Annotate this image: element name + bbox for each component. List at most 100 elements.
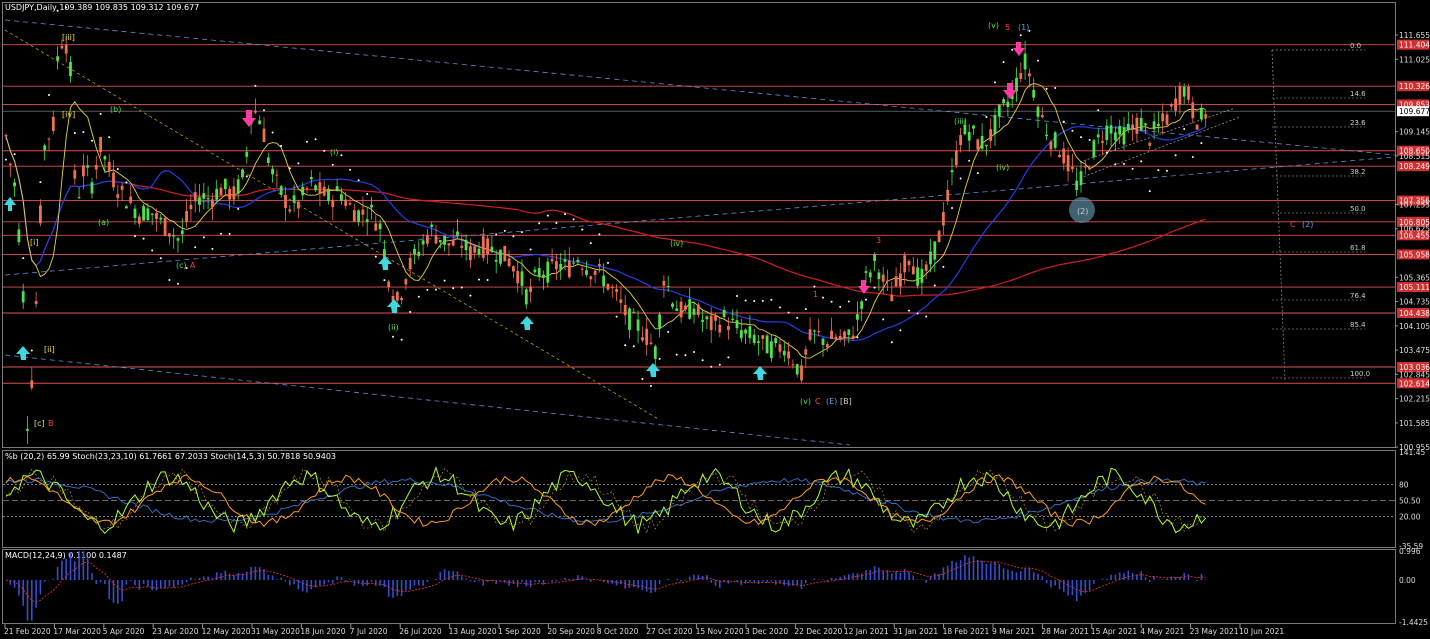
candle-body — [847, 329, 851, 335]
candle-body — [241, 169, 244, 178]
candle-body — [236, 179, 240, 194]
psar-dot — [22, 257, 25, 260]
candle-body — [318, 182, 322, 194]
candle-body — [180, 230, 184, 235]
price-tick-label: 104.735 — [1399, 298, 1430, 307]
psar-dot — [1200, 142, 1203, 145]
candle-body — [288, 209, 292, 212]
fib-level-label: 76.4 — [1350, 292, 1366, 300]
psar-dot — [572, 218, 575, 221]
candle-body — [1101, 141, 1104, 143]
psar-dot — [392, 335, 394, 338]
psar-dot — [202, 236, 205, 239]
wave-label: (iii) — [954, 117, 967, 126]
psar-dot — [822, 296, 824, 299]
psar-dot — [529, 248, 532, 251]
candle-body — [185, 211, 188, 222]
candle-body — [344, 199, 348, 206]
candle-body — [572, 262, 575, 264]
candle-body — [266, 157, 270, 163]
candle-body — [1131, 124, 1134, 129]
time-tick-label: 8 Oct 2020 — [597, 627, 639, 636]
candle-body — [636, 319, 640, 331]
wave-label: (E) — [826, 397, 837, 406]
psar-dot — [99, 113, 102, 116]
time-tick-label: 7 Jul 2020 — [350, 627, 388, 636]
psar-dot — [968, 159, 971, 162]
psar-dot — [374, 255, 377, 258]
candle-body — [292, 195, 296, 203]
candle-body — [1169, 104, 1173, 107]
candle-body — [787, 351, 790, 359]
psar-dot — [134, 235, 136, 238]
candle-body — [168, 233, 171, 237]
candle-body — [825, 344, 829, 348]
candle-body — [47, 138, 51, 140]
candle-body — [739, 330, 743, 339]
candle-body — [757, 341, 760, 343]
fib-level-label: 100.0 — [1350, 370, 1370, 378]
wave-label: (v) — [800, 397, 811, 406]
candle-body — [21, 291, 25, 303]
candle-body — [1032, 89, 1036, 98]
candle-body — [946, 189, 950, 202]
candle-body — [937, 230, 941, 243]
candle-body — [1178, 86, 1182, 105]
candle-body — [916, 267, 919, 286]
psar-dot — [770, 298, 773, 301]
candle-body — [69, 61, 72, 77]
psar-dot — [297, 162, 300, 165]
psar-dot — [271, 131, 274, 134]
price-tick-label: 107.255 — [1399, 200, 1430, 209]
psar-dot — [804, 308, 807, 311]
psar-dot — [813, 285, 816, 288]
candle-body — [696, 304, 700, 316]
candle-body — [1174, 98, 1177, 111]
wave-label: (1) — [1018, 23, 1029, 32]
candle-body — [628, 308, 631, 330]
candle-body — [692, 308, 696, 315]
psar-dot — [865, 298, 867, 301]
psar-dot — [1148, 190, 1151, 193]
psar-dot — [1174, 154, 1177, 157]
time-tick-label: 21 Feb 2020 — [4, 627, 51, 636]
psar-dot — [1157, 169, 1160, 172]
psar-dot — [323, 149, 326, 152]
candle-body — [666, 286, 670, 288]
candle-body — [933, 241, 937, 260]
psar-dot — [314, 138, 317, 141]
candle-body — [1079, 171, 1083, 186]
price-tick-label: 109.145 — [1399, 128, 1430, 137]
psar-dot — [693, 351, 695, 354]
candle-body — [894, 276, 898, 287]
wave-label: [B] — [840, 397, 852, 406]
psar-dot — [994, 81, 996, 84]
candle-body — [972, 125, 975, 129]
psar-dot — [959, 177, 962, 180]
psar-dot — [228, 232, 231, 235]
candle-body — [1187, 86, 1190, 100]
time-tick-label: 12 Jan 2021 — [844, 627, 889, 636]
candle-body — [86, 165, 90, 168]
wave-label: (2) — [1077, 207, 1088, 216]
time-tick-label: 3 Dec 2020 — [745, 627, 788, 636]
candle-body — [413, 248, 416, 255]
psar-dot — [452, 287, 455, 290]
psar-dot — [460, 286, 463, 289]
candle-body — [1049, 141, 1053, 150]
price-tick-label: 103.475 — [1399, 346, 1430, 355]
candle-body — [17, 229, 21, 243]
candle-body — [365, 219, 369, 223]
psar-dot — [744, 299, 747, 302]
psar-dot — [426, 288, 429, 291]
psar-dot — [211, 247, 214, 250]
candle-body — [159, 217, 163, 220]
psar-dot — [220, 232, 222, 235]
candle-body — [813, 330, 816, 332]
candle-body — [602, 275, 606, 287]
candle-body — [774, 338, 778, 344]
wave-label: (iv) — [670, 239, 683, 248]
candle-body — [1088, 167, 1091, 170]
wave-label: 3 — [876, 236, 881, 245]
psar-dot — [890, 341, 893, 344]
